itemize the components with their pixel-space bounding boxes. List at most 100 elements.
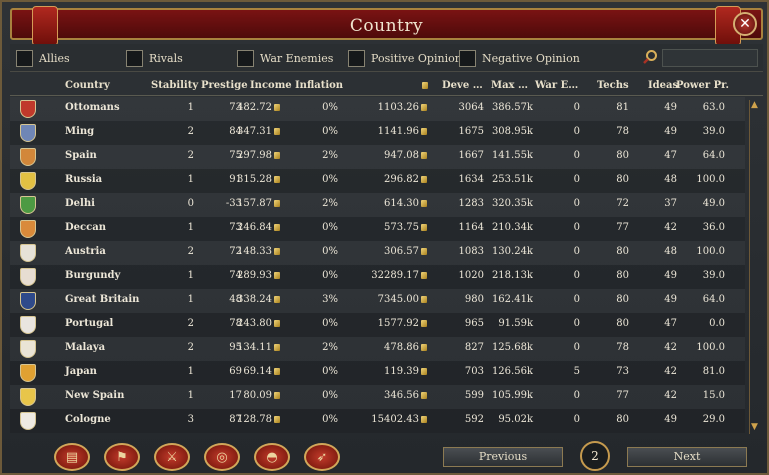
checkbox[interactable] <box>16 49 33 67</box>
cell-value: 3 <box>187 414 194 425</box>
column-treasury[interactable] <box>420 80 428 91</box>
country-flag-icon[interactable] <box>20 100 36 118</box>
table-row[interactable]: New Spain 1 17 80.09 0% 346.56 599 105.99k 0 77 42… <box>10 385 745 409</box>
scroll-up-icon[interactable]: ▲ <box>749 100 760 112</box>
cell-country[interactable]: New Spain <box>65 390 124 401</box>
table-row[interactable]: Portugal 2 78 243.80 0% 1577.92 965 91.59k 0 80 47… <box>10 313 745 337</box>
table-row[interactable]: Ming 2 84 347.31 0% 1141.96 1675 308.95k 0 78 49 39… <box>10 121 745 145</box>
table-row[interactable]: Great Britain 1 48 338.24 3% 7345.00 980 162.41… <box>10 289 745 313</box>
country-flag-icon[interactable] <box>20 196 36 214</box>
cell-value: 80 <box>616 174 629 185</box>
scrollbar[interactable]: ▲ ▼ <box>749 100 759 434</box>
ducat-icon <box>274 344 280 351</box>
country-flag-icon[interactable] <box>20 412 36 430</box>
column-inflation[interactable]: Inflation <box>295 80 343 91</box>
column-stability[interactable]: Stability <box>151 80 198 91</box>
cell-country[interactable]: Deccan <box>65 222 106 233</box>
cell-value: Delhi <box>65 198 95 209</box>
checkbox[interactable] <box>348 49 365 67</box>
column-power-projection[interactable]: Power Pr. <box>676 80 729 91</box>
table-row[interactable]: Ottomans 1 73 482.72 0% 1103.26 3064 386.57k 0 81… <box>10 97 745 121</box>
cell-value: 64.0 <box>702 294 725 305</box>
filter-war-enemies[interactable]: War Enemies <box>237 49 333 67</box>
war-button[interactable]: ⚔ <box>154 443 190 471</box>
cell-country[interactable]: Portugal <box>65 318 113 329</box>
cell-country[interactable]: Ottomans <box>65 102 120 113</box>
cell-value: 308.95k <box>491 126 533 137</box>
cell-value: 42 <box>664 222 677 233</box>
cell-country[interactable]: Delhi <box>65 198 95 209</box>
cell-country[interactable]: Malaya <box>65 342 105 353</box>
cell-country[interactable]: Spain <box>65 150 97 161</box>
search-input[interactable] <box>662 49 758 67</box>
country-flag-icon[interactable] <box>20 364 36 382</box>
table-row[interactable]: Russia 1 91 315.28 0% 296.82 1634 253.51k 0 80 48 1… <box>10 169 745 193</box>
ledger-button[interactable]: ▤ <box>54 443 90 471</box>
trade-button[interactable]: ◎ <box>204 443 240 471</box>
column-prestige[interactable]: Prestige <box>201 80 248 91</box>
column-max-manpower[interactable]: Max … <box>491 80 528 91</box>
table-row[interactable]: Malaya 2 95 134.11 2% 478.86 827 125.68k 0 78 42 10… <box>10 337 745 361</box>
cell-country[interactable]: Great Britain <box>65 294 139 305</box>
next-button[interactable]: Next <box>627 447 747 467</box>
checkbox[interactable] <box>237 49 254 67</box>
filter-negative-opinion[interactable]: Negative Opinion <box>459 49 580 67</box>
table-row[interactable]: Delhi 0 -33 157.87 2% 614.30 1283 320.35k 0 72 37 4… <box>10 193 745 217</box>
cell-country[interactable]: Ming <box>65 126 94 137</box>
ducat-icon <box>274 200 280 207</box>
cell-country[interactable]: Austria <box>65 246 106 257</box>
cell-max-manpower: 141.55k <box>492 150 533 161</box>
cell-country[interactable]: Cologne <box>65 414 111 425</box>
country-flag-icon[interactable] <box>20 220 36 238</box>
filter-positive-opinion[interactable]: Positive Opinion <box>348 49 462 67</box>
previous-button[interactable]: Previous <box>443 447 563 467</box>
column-income[interactable]: Income <box>250 80 292 91</box>
column-ideas[interactable]: Ideas <box>648 80 678 91</box>
cell-value: Burgundy <box>65 270 121 281</box>
country-flag-icon[interactable] <box>20 268 36 286</box>
cell-ideas: 49 <box>664 270 677 281</box>
cell-value: 0 <box>573 222 580 233</box>
country-flag-icon[interactable] <box>20 172 36 190</box>
checkbox[interactable] <box>459 49 476 67</box>
cell-treasury: 32289.17 <box>371 270 427 281</box>
ducat-icon <box>274 176 280 183</box>
filter-rivals[interactable]: Rivals <box>126 49 183 67</box>
table-row[interactable]: Burgundy 1 74 289.93 0% 32289.17 1020 218.13k 0 8… <box>10 265 745 289</box>
country-flag-icon[interactable] <box>20 124 36 142</box>
table-row[interactable]: Spain 2 75 297.98 2% 947.08 1667 141.55k 0 80 47 64… <box>10 145 745 169</box>
country-flag-icon[interactable] <box>20 388 36 406</box>
cell-value: 1283 <box>458 198 484 209</box>
country-flag-icon[interactable] <box>20 148 36 166</box>
cell-stability: 1 <box>188 270 194 281</box>
search-icon <box>643 50 657 64</box>
country-flag-icon[interactable] <box>20 244 36 262</box>
checkbox[interactable] <box>126 49 143 67</box>
country-flag-icon[interactable] <box>20 340 36 358</box>
column-war-exhaustion[interactable]: War E… <box>535 80 578 91</box>
cell-max-manpower: 125.68k <box>492 342 533 353</box>
diplomacy-button[interactable]: ◓ <box>254 443 290 471</box>
cell-country[interactable]: Japan <box>65 366 97 377</box>
cell-value: 2 <box>187 126 194 137</box>
cell-value: 78 <box>616 342 629 353</box>
cell-country[interactable]: Burgundy <box>65 270 120 281</box>
cell-value: 49 <box>664 270 677 281</box>
filter-allies[interactable]: Allies <box>16 49 70 67</box>
column-development[interactable]: Deve … <box>442 80 483 91</box>
scroll-down-icon[interactable]: ▼ <box>749 422 760 434</box>
close-button[interactable]: ✕ <box>733 12 757 36</box>
column-techs[interactable]: Techs <box>597 80 629 91</box>
army-button[interactable]: ⚑ <box>104 443 140 471</box>
column-country[interactable]: Country <box>65 80 110 91</box>
cell-value: 42 <box>664 390 677 401</box>
religion-button[interactable]: ➶ <box>304 443 340 471</box>
country-flag-icon[interactable] <box>20 316 36 334</box>
table-row[interactable]: Cologne 3 87 128.78 0% 15402.43 592 95.02k 0 80 49… <box>10 409 745 433</box>
cell-country[interactable]: Russia <box>65 174 102 185</box>
table-row[interactable]: Austria 2 72 148.33 0% 306.57 1083 130.24k 0 80 48… <box>10 241 745 265</box>
country-flag-icon[interactable] <box>20 292 36 310</box>
table-row[interactable]: Deccan 1 73 246.84 0% 573.75 1164 210.34k 0 77 42 3… <box>10 217 745 241</box>
table-row[interactable]: Japan 1 69 69.14 0% 119.39 703 126.56k 5 73 42 81.0 <box>10 361 745 385</box>
cell-treasury: 296.82 <box>384 174 427 185</box>
